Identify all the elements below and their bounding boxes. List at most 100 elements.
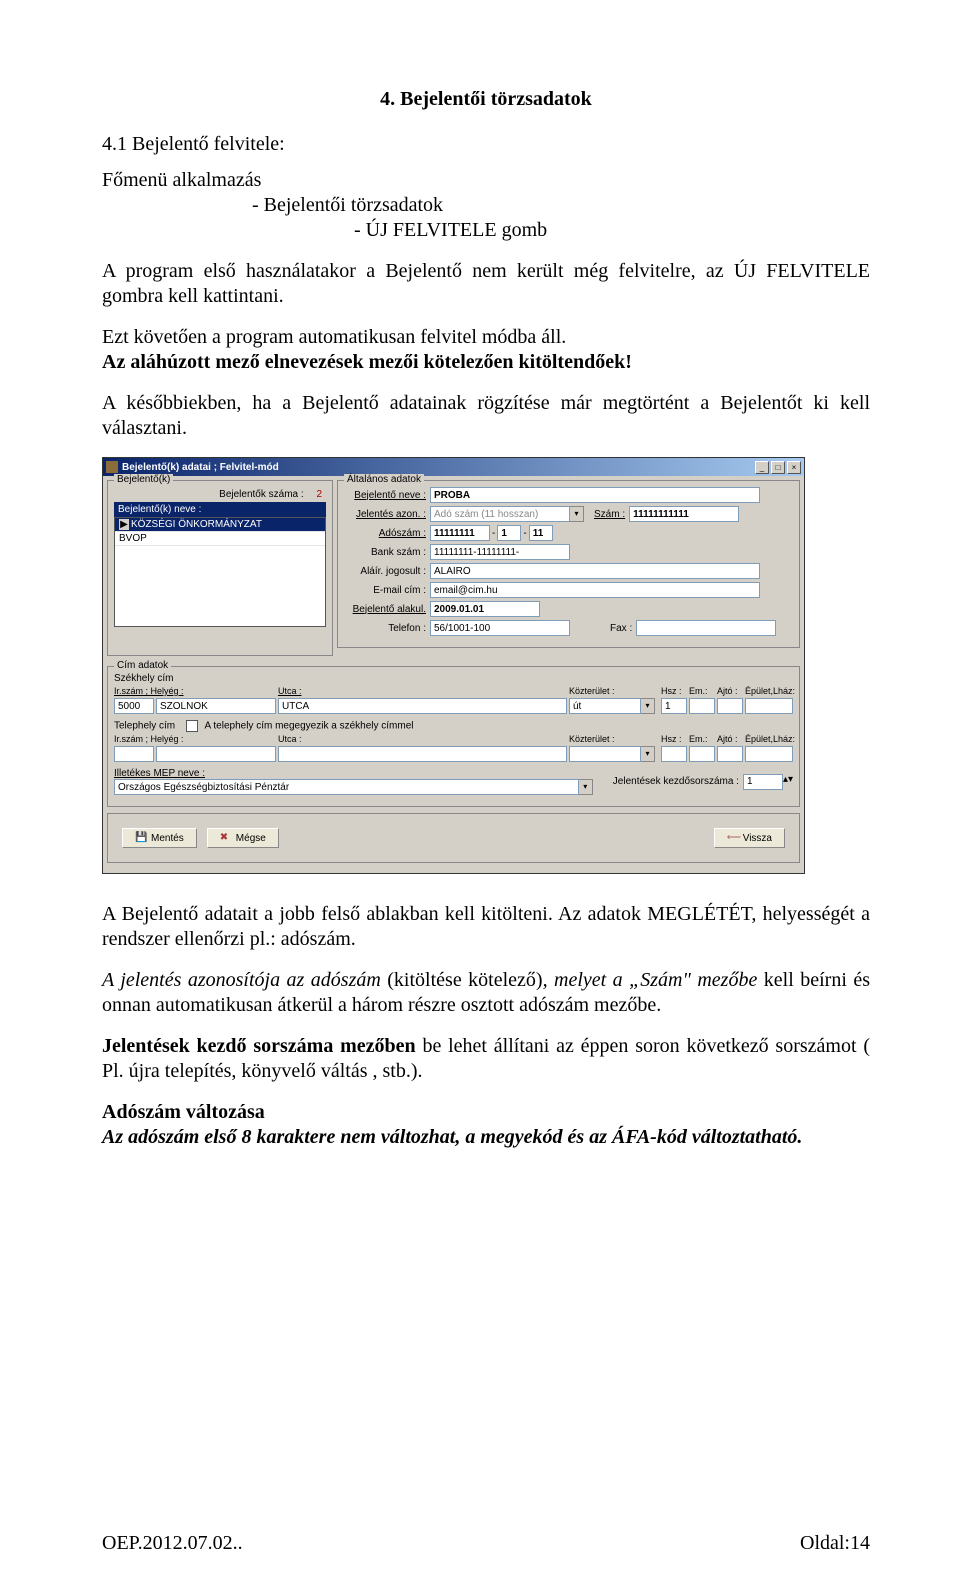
adoszam-a-input[interactable]: [430, 525, 490, 541]
spinner-icon[interactable]: ▴▾: [783, 774, 793, 790]
adoszam-label: Adószám :: [344, 528, 430, 539]
em-header-2: Em.:: [689, 734, 715, 744]
azon-combo[interactable]: [430, 506, 570, 522]
street-input[interactable]: [278, 698, 567, 714]
chevron-down-icon[interactable]: ▾: [641, 698, 655, 714]
hsz-header: Hsz :: [661, 686, 687, 696]
email-label: E-mail cím :: [344, 585, 430, 596]
maximize-button[interactable]: □: [771, 461, 785, 474]
telephely-check-label: A telephely cím megegyezik a székhely cí…: [205, 721, 414, 732]
city2-input[interactable]: [156, 746, 276, 762]
right-legend: Általános adatok: [344, 474, 424, 485]
utca-header: Utca :: [278, 686, 567, 696]
kezdo-input[interactable]: [743, 774, 783, 790]
bejelento-list[interactable]: ▶KÖZSÉGI ÖNKORMÁNYZAT BVOP: [114, 517, 326, 627]
alakul-label: Bejelentő alakul.: [344, 604, 430, 615]
kozterulet-header-2: Közterület :: [569, 734, 659, 744]
subsection-title: 4.1 Bejelentő felvitele:: [102, 133, 870, 156]
cancel-button[interactable]: Mégse: [207, 828, 279, 848]
kozterulet-header: Közterület :: [569, 686, 659, 696]
zip-input[interactable]: [114, 698, 154, 714]
paragraph-kezdo: Jelentések kezdő sorszáma mezőben be leh…: [102, 1034, 870, 1084]
em-input[interactable]: [689, 698, 715, 714]
mep-combo[interactable]: [114, 779, 579, 795]
szekhely-label: Székhely cím: [114, 673, 793, 684]
fax-input[interactable]: [636, 620, 776, 636]
name-label: Bejelentő neve :: [344, 490, 430, 501]
list-item[interactable]: ▶KÖZSÉGI ÖNKORMÁNYZAT: [115, 518, 325, 532]
szam-label: Szám :: [594, 509, 629, 520]
ajto-header: Ajtó :: [717, 686, 743, 696]
count-value: 2: [316, 489, 322, 500]
irszam-header-2: Ir.szám ; Helyég :: [114, 734, 276, 744]
menu-path-1: Főmenü alkalmazás: [102, 168, 870, 193]
zip2-input[interactable]: [114, 746, 154, 762]
street2-input[interactable]: [278, 746, 567, 762]
left-legend: Bejelentő(k): [114, 474, 173, 485]
cancel-icon: [220, 832, 232, 844]
chevron-down-icon[interactable]: ▾: [641, 746, 655, 762]
menu-path-2: - Bejelentői törzsadatok: [252, 193, 870, 218]
tel-input[interactable]: [430, 620, 570, 636]
ep2-input[interactable]: [745, 746, 793, 762]
chevron-down-icon[interactable]: ▾: [579, 779, 593, 795]
adoszam-c-input[interactable]: [529, 525, 553, 541]
chevron-down-icon[interactable]: ▾: [570, 506, 584, 522]
azon-label: Jelentés azon. :: [344, 509, 430, 520]
city-input[interactable]: [156, 698, 276, 714]
paragraph-intro: A program első használatakor a Bejelentő…: [102, 259, 870, 309]
addr-legend: Cím adatok: [114, 660, 171, 671]
paragraph-mode: Ezt követően a program automatikusan fel…: [102, 325, 870, 350]
szam-input[interactable]: [629, 506, 739, 522]
ep-header: Épület,Lház:: [745, 686, 793, 696]
hsz-header-2: Hsz :: [661, 734, 687, 744]
back-button[interactable]: Vissza: [714, 828, 785, 848]
app-icon: [106, 461, 118, 473]
save-icon: [135, 832, 147, 844]
alairo-input[interactable]: [430, 563, 760, 579]
kezdo-label: Jelentések kezdősorszáma :: [613, 776, 739, 787]
close-button[interactable]: ×: [787, 461, 801, 474]
menu-path-3: - ÚJ FELVITELE gomb: [354, 218, 870, 243]
paragraph-azon: A jelentés azonosítója az adószám (kitöl…: [102, 968, 870, 1018]
ajto-input[interactable]: [717, 698, 743, 714]
hsz-input[interactable]: [661, 698, 687, 714]
street-type-combo[interactable]: [569, 698, 641, 714]
ajto2-input[interactable]: [717, 746, 743, 762]
bank-input[interactable]: [430, 544, 570, 560]
email-input[interactable]: [430, 582, 760, 598]
ep-input[interactable]: [745, 698, 793, 714]
list-header: Bejelentő(k) neve :: [114, 502, 326, 517]
window-titlebar: Bejelentő(k) adatai ; Felvitel-mód _ □ ×: [103, 458, 804, 476]
footer-right: Oldal:14: [800, 1532, 870, 1555]
mep-label: Illetékes MEP neve :: [114, 768, 593, 779]
paragraph-later: A későbbiekben, ha a Bejelentő adatainak…: [102, 391, 870, 441]
bank-label: Bank szám :: [344, 547, 430, 558]
fax-label: Fax :: [610, 623, 636, 634]
ajto-header-2: Ajtó :: [717, 734, 743, 744]
irszam-header: Ir.szám ; Helyég :: [114, 686, 276, 696]
em-header: Em.:: [689, 686, 715, 696]
telephely-label: Telephely cím: [114, 721, 175, 732]
ep-header-2: Épület,Lház:: [745, 734, 793, 744]
adoszam-b-input[interactable]: [497, 525, 521, 541]
count-label: Bejelentők száma :: [219, 489, 304, 500]
street-type2-combo[interactable]: [569, 746, 641, 762]
telephely-checkbox[interactable]: [186, 720, 198, 732]
app-window: Bejelentő(k) adatai ; Felvitel-mód _ □ ×…: [102, 457, 805, 874]
paragraph-rightpanel: A Bejelentő adatait a jobb felső ablakba…: [102, 902, 870, 952]
list-item[interactable]: BVOP: [115, 532, 325, 546]
window-title: Bejelentő(k) adatai ; Felvitel-mód: [122, 462, 755, 473]
minimize-button[interactable]: _: [755, 461, 769, 474]
save-button[interactable]: Mentés: [122, 828, 197, 848]
paragraph-mandatory: Az aláhúzott mező elnevezések mezői köte…: [102, 350, 870, 375]
paragraph-adoszam-title: Adószám változása: [102, 1100, 870, 1125]
hsz2-input[interactable]: [661, 746, 687, 762]
back-icon: [727, 832, 739, 844]
tel-label: Telefon :: [344, 623, 430, 634]
alakul-input[interactable]: [430, 601, 540, 617]
section-title: 4. Bejelentői törzsadatok: [102, 88, 870, 111]
em2-input[interactable]: [689, 746, 715, 762]
footer-left: OEP.2012.07.02..: [102, 1532, 243, 1555]
name-input[interactable]: [430, 487, 760, 503]
